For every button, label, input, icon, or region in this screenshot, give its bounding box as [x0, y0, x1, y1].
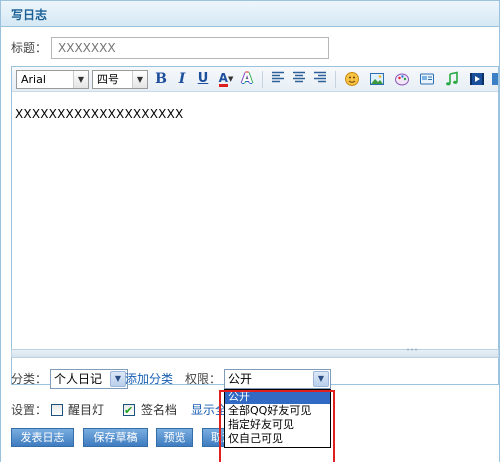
- editor-content[interactable]: XXXXXXXXXXXXXXXXXXXX: [15, 107, 183, 121]
- insert-video-button[interactable]: [469, 71, 485, 87]
- toolbar-divider: [262, 71, 263, 88]
- chevron-down-icon: ▼: [110, 371, 126, 387]
- bold-button[interactable]: B: [153, 71, 169, 87]
- align-right-button[interactable]: [312, 71, 328, 87]
- chevron-down-icon: ▼: [73, 71, 88, 88]
- editor-toolbar: Arial ▼ 四号 ▼ B I U A▼ A: [12, 67, 498, 92]
- title-input[interactable]: [51, 37, 329, 59]
- add-category-link[interactable]: 添加分类: [125, 369, 173, 389]
- font-family-value: Arial: [21, 73, 46, 86]
- category-select[interactable]: 个人日记 ▼: [50, 369, 128, 389]
- video-icon: [470, 73, 484, 85]
- insert-image-button[interactable]: [369, 71, 385, 87]
- permission-select[interactable]: 公开 ▼: [224, 369, 331, 389]
- underline-button[interactable]: U: [195, 71, 211, 87]
- editor-resize-handle[interactable]: ˄˄˄: [11, 349, 499, 358]
- signature-checkbox[interactable]: [123, 402, 135, 420]
- reminder-label: 醒目灯: [68, 403, 105, 417]
- more-tools-button[interactable]: [491, 71, 499, 87]
- toolbar-divider: [335, 71, 336, 88]
- music-note-icon: [446, 71, 458, 86]
- category-label: 分类：: [11, 372, 48, 386]
- font-color-icon: A: [218, 71, 228, 87]
- font-family-select[interactable]: Arial ▼: [16, 70, 89, 89]
- highlight-box: [219, 390, 335, 462]
- insert-music-art-button[interactable]: [394, 71, 410, 87]
- palette-icon: [395, 73, 409, 86]
- smiley-icon: [345, 72, 359, 86]
- align-left-button[interactable]: [270, 71, 286, 87]
- permission-label: 权限：: [185, 372, 222, 386]
- insert-music-button[interactable]: [444, 71, 460, 87]
- emoticon-button[interactable]: [344, 71, 360, 87]
- reminder-checkbox[interactable]: [51, 404, 63, 416]
- chevron-down-icon: ▼: [132, 71, 147, 88]
- font-size-value: 四号: [97, 73, 119, 86]
- more-icon: [492, 73, 498, 85]
- settings-label: 设置：: [11, 403, 48, 417]
- signature-label: 签名档: [141, 403, 178, 417]
- highlight-color-icon: A: [241, 71, 253, 87]
- title-bar: 写日志: [0, 0, 500, 27]
- save-draft-button[interactable]: 保存草稿: [83, 428, 148, 447]
- align-center-button[interactable]: [291, 71, 307, 87]
- publish-button[interactable]: 发表日志: [11, 428, 74, 447]
- permission-value: 公开: [228, 372, 253, 386]
- chevron-down-icon: ▼: [313, 371, 329, 387]
- rich-text-editor[interactable]: Arial ▼ 四号 ▼ B I U A▼ A XXXXXXXXXXXXXXXX…: [11, 66, 499, 385]
- highlight-color-button[interactable]: A: [239, 71, 255, 87]
- preview-button[interactable]: 预览: [156, 428, 193, 447]
- align-left-icon: [272, 71, 284, 83]
- compose-panel: 标题： Arial ▼ 四号 ▼ B I U A▼ A: [0, 27, 500, 462]
- italic-button[interactable]: I: [174, 71, 190, 87]
- image-icon: [370, 73, 384, 85]
- category-row: 分类： 个人日记 ▼ 添加分类 权限： 公开 ▼: [11, 369, 491, 389]
- resize-grip-icon: ˄˄˄: [406, 348, 418, 357]
- category-value: 个人日记: [54, 372, 103, 386]
- insert-card-button[interactable]: [419, 71, 435, 87]
- card-icon: [420, 73, 434, 85]
- font-size-select[interactable]: 四号 ▼: [92, 70, 148, 89]
- window-title: 写日志: [11, 8, 48, 22]
- title-label: 标题：: [11, 41, 48, 55]
- font-color-button[interactable]: A▼: [215, 71, 237, 87]
- align-right-icon: [314, 71, 326, 83]
- align-center-icon: [293, 71, 305, 83]
